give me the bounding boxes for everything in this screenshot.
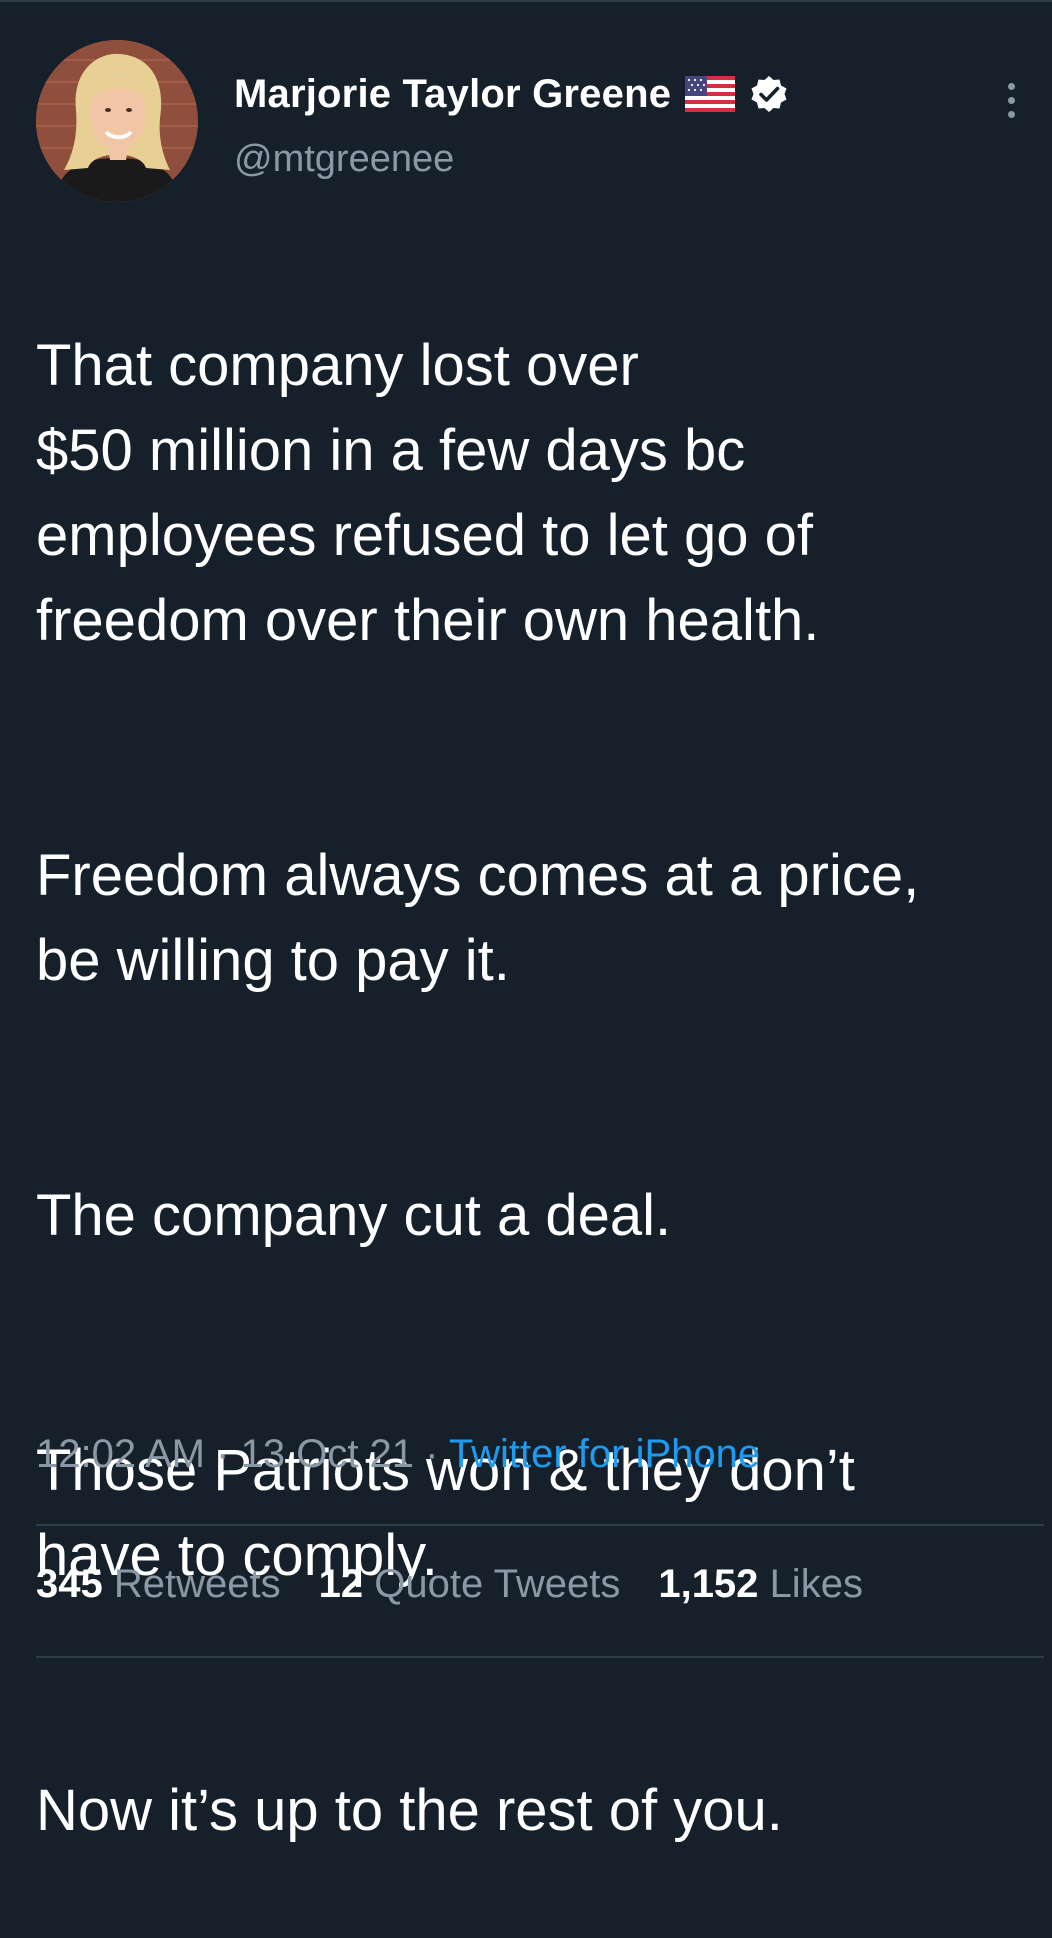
more-options-button[interactable] [996,70,1026,130]
meta-separator: · [425,1432,439,1476]
avatar[interactable] [36,40,198,202]
likes-label: Likes [769,1562,863,1606]
more-dot-icon [1007,110,1015,118]
tweet-paragraph: That company lost over $50 million in a … [36,333,820,653]
avatar-image [36,40,198,202]
tweet-text: That company lost over $50 million in a … [36,238,1036,1938]
engagement-stats: 345 Retweets 12 Quote Tweets 1,152 Likes [36,1562,863,1607]
retweets-count: 345 [36,1562,103,1606]
top-divider [0,0,1052,2]
stats-bottom-divider [36,1656,1044,1658]
tweet-date[interactable]: 13 Oct 21 [241,1432,414,1476]
more-dot-icon [1007,96,1015,104]
tweet-source-link[interactable]: Twitter for iPhone [449,1432,760,1476]
quote-tweets-stat[interactable]: 12 Quote Tweets [319,1562,621,1607]
verified-badge-icon [751,76,787,112]
tweet-time[interactable]: 12:02 AM [36,1432,205,1476]
name-row: Marjorie Taylor Greene [234,64,789,124]
quote-tweets-label: Quote Tweets [374,1562,621,1606]
retweets-label: Retweets [113,1562,281,1606]
likes-stat[interactable]: 1,152 Likes [658,1562,863,1607]
us-flag-icon [685,76,736,112]
meta-separator: · [216,1432,230,1476]
stats-top-divider [36,1524,1044,1526]
tweet-metadata: 12:02 AM · 13 Oct 21 · Twitter for iPhon… [36,1432,760,1477]
tweet-paragraph: The company cut a deal. [36,1183,672,1248]
display-name[interactable]: Marjorie Taylor Greene [234,72,671,117]
user-handle[interactable]: @mtgreenee [234,138,454,181]
more-dot-icon [1007,82,1015,90]
likes-count: 1,152 [658,1562,759,1606]
retweets-stat[interactable]: 345 Retweets [36,1562,281,1607]
quote-tweets-count: 12 [318,1562,364,1606]
tweet-header: Marjorie Taylor Greene @mtgreenee [36,40,1026,210]
tweet-paragraph: Freedom always comes at a price, be will… [36,843,920,993]
tweet-paragraph: Now it’s up to the rest of you. [36,1778,783,1843]
